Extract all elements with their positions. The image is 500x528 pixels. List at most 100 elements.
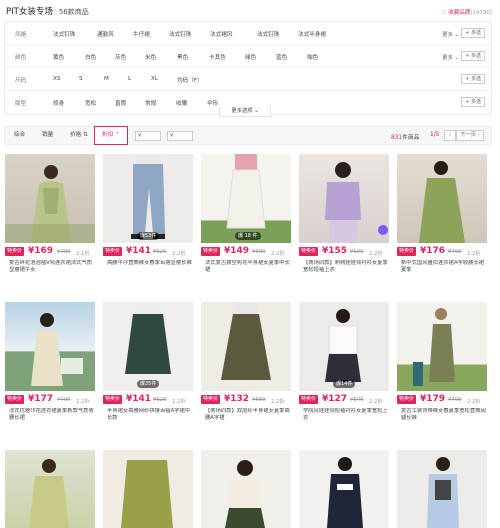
- product-card[interactable]: [103, 450, 193, 528]
- product-title[interactable]: 半身裙女高腰网纱拼接百褶A字裙中长款: [107, 408, 193, 430]
- product-card[interactable]: 爆35件 特卖价 ¥141 ¥629 2.2折 半身裙女高腰网纱拼接百褶A字裙中…: [103, 302, 193, 432]
- product-card[interactable]: [397, 450, 487, 528]
- next-page-button[interactable]: 下一页 ›: [456, 130, 484, 141]
- filter-option[interactable]: S: [79, 76, 83, 82]
- discount-label: 2.2折: [271, 399, 285, 405]
- store-header: PIT女装专场 56款商品 ♡ 收藏品牌(14790): [0, 0, 500, 22]
- product-image[interactable]: [5, 450, 95, 528]
- filter-option[interactable]: 通勤风: [97, 30, 114, 38]
- product-card[interactable]: 爆53件 特卖价 ¥141 ¥629 2.2折 高腰牛仔直筒裤女春季百搭显瘦长裤: [103, 154, 193, 284]
- product-image[interactable]: [397, 302, 487, 391]
- filter-option[interactable]: 法式半身裙: [298, 30, 326, 38]
- filter-option[interactable]: 黑色: [177, 53, 188, 61]
- filter-option[interactable]: 均码（F）: [177, 76, 203, 84]
- product-card[interactable]: 特卖价 ¥169 ¥799 2.1折 复古碎花泡泡袖V领连衣裙法式气质显瘦裙子女: [5, 154, 95, 284]
- product-image[interactable]: [299, 154, 389, 243]
- product-title[interactable]: 法式复古镂空钩花半身裙女夏季中长裙: [205, 260, 291, 282]
- discount-label: 2.2折: [172, 251, 186, 257]
- favorite-brand-button[interactable]: ♡ 收藏品牌(14790): [442, 8, 492, 16]
- item-count: 56款商品: [58, 8, 89, 16]
- more-button[interactable]: 更多 ⌄: [442, 53, 459, 61]
- multi-select-button[interactable]: + 多选: [461, 28, 485, 38]
- product-card[interactable]: [5, 450, 95, 528]
- product-title[interactable]: 学院风娃娃领短袖衬衫女夏季宽松上衣: [303, 408, 389, 430]
- multi-select-button[interactable]: + 多选: [461, 51, 485, 61]
- result-suffix: 件商品: [402, 135, 420, 141]
- filter-option[interactable]: XS: [53, 76, 60, 82]
- product-title[interactable]: 复古工装背带裤女春夏季宽松直筒阔腿长裤: [401, 408, 487, 430]
- filter-option[interactable]: 蓝色: [276, 53, 287, 61]
- product-image[interactable]: [397, 450, 487, 528]
- product-image[interactable]: [5, 302, 95, 391]
- filter-option[interactable]: XL: [151, 76, 158, 82]
- sort-sales[interactable]: 销量: [35, 127, 60, 144]
- product-image[interactable]: 爆35件: [103, 302, 193, 391]
- more-options-toggle[interactable]: 更多选项 ⌄: [219, 106, 271, 117]
- stock-overlay: 爆 18 件: [235, 232, 261, 240]
- product-image[interactable]: [299, 450, 389, 528]
- result-number: 831: [391, 135, 403, 141]
- product-title[interactable]: 【商场同款】刺绣娃娃领衬衫女夏季宽松短袖上衣: [303, 260, 389, 282]
- filter-option[interactable]: M: [104, 76, 109, 82]
- sort-discount[interactable]: 折扣 ⌃: [94, 126, 128, 145]
- product-image[interactable]: [201, 450, 291, 528]
- filter-option[interactable]: 伞形: [207, 99, 218, 107]
- product-image[interactable]: [5, 154, 95, 243]
- filter-option[interactable]: 直筒: [115, 99, 126, 107]
- product-card[interactable]: 特卖价 ¥179 ¥799 2.2折 复古工装背带裤女春夏季宽松直筒阔腿长裤: [397, 302, 487, 432]
- price-max-input[interactable]: ¥: [167, 131, 193, 141]
- prev-page-button[interactable]: ‹: [444, 130, 456, 141]
- product-title[interactable]: 新中式国风盘扣连衣裙A字收腰长裙夏季: [401, 260, 487, 282]
- sale-tag: 特卖价: [5, 247, 25, 256]
- product-card[interactable]: 爆14件 特卖价 ¥127 ¥579 2.2折 学院风娃娃领短袖衬衫女夏季宽松上…: [299, 302, 389, 432]
- filter-option[interactable]: 宽松: [85, 99, 96, 107]
- multi-select-button[interactable]: + 多选: [461, 97, 485, 107]
- result-count: 831件商品: [391, 132, 419, 141]
- model-photo: [419, 161, 465, 243]
- filter-option[interactable]: 法式裙风: [210, 30, 232, 38]
- model-photo: [325, 309, 361, 382]
- product-card[interactable]: 特卖价 ¥155 ¥699 2.2折 【商场同款】刺绣娃娃领衬衫女夏季宽松短袖上…: [299, 154, 389, 284]
- filter-row-color: 颜色 黄色 白色 灰色 米色 黑色 卡其色 绿色 蓝色 咖色 更多 ⌄ + 多选: [5, 45, 491, 68]
- sort-price[interactable]: 价格 ⇅: [63, 127, 95, 144]
- product-image[interactable]: [201, 302, 291, 391]
- filter-option[interactable]: 绿色: [245, 53, 256, 61]
- product-image[interactable]: [397, 154, 487, 243]
- filter-option[interactable]: 修身: [53, 99, 64, 107]
- filter-row-style: 风格 法式钉珠 通勤风 牛仔裙 法式钉珠 法式裙风 法式钉珠 法式半身裙 更多 …: [5, 22, 491, 45]
- sort-comprehensive[interactable]: 综合: [7, 127, 32, 144]
- filter-option[interactable]: 法式钉珠: [169, 30, 191, 38]
- chat-bubble-icon[interactable]: [378, 225, 388, 235]
- filter-option[interactable]: 白色: [85, 53, 96, 61]
- product-card[interactable]: [201, 450, 291, 528]
- product-title[interactable]: 高腰牛仔直筒裤女春季百搭显瘦长裤: [107, 260, 193, 282]
- filter-option[interactable]: 咖色: [307, 53, 318, 61]
- filter-option[interactable]: 卡其色: [209, 53, 226, 61]
- product-image[interactable]: 爆 18 件: [201, 154, 291, 243]
- product-title[interactable]: 法式优雅印花连衣裙夏季新款气质收腰长裙: [9, 408, 95, 430]
- more-button[interactable]: 更多 ⌄: [442, 30, 459, 38]
- product-card[interactable]: 爆 18 件 特卖价 ¥149 ¥699 2.2折 法式复古镂空钩花半身裙女夏季…: [201, 154, 291, 284]
- favorite-label: ♡ 收藏品牌: [441, 10, 471, 16]
- product-image[interactable]: 爆14件: [299, 302, 389, 391]
- filter-option[interactable]: 牛仔裙: [133, 30, 150, 38]
- product-card[interactable]: 特卖价 ¥177 ¥799 2.2折 法式优雅印花连衣裙夏季新款气质收腰长裙: [5, 302, 95, 432]
- product-image[interactable]: [103, 450, 193, 528]
- product-title[interactable]: 【商场同款】双层纱半身裙女夏季高腰A字裙: [205, 408, 291, 430]
- filter-option[interactable]: 收腰: [176, 99, 187, 107]
- multi-select-button[interactable]: + 多选: [461, 74, 485, 84]
- product-image[interactable]: 爆53件: [103, 154, 193, 243]
- filter-label: 版型: [15, 101, 27, 107]
- filter-option[interactable]: 法式钉珠: [257, 30, 279, 38]
- filter-option[interactable]: 黄色: [53, 53, 64, 61]
- filter-option[interactable]: 常规: [145, 99, 156, 107]
- filter-option[interactable]: 灰色: [115, 53, 126, 61]
- filter-option[interactable]: 米色: [145, 53, 156, 61]
- product-title[interactable]: 复古碎花泡泡袖V领连衣裙法式气质显瘦裙子女: [9, 260, 95, 282]
- filter-option[interactable]: 法式钉珠: [53, 30, 75, 38]
- product-card[interactable]: 特卖价 ¥176 ¥799 2.2折 新中式国风盘扣连衣裙A字收腰长裙夏季: [397, 154, 487, 284]
- product-card[interactable]: 特卖价 ¥132 ¥599 2.2折 【商场同款】双层纱半身裙女夏季高腰A字裙: [201, 302, 291, 432]
- price-min-input[interactable]: ¥: [135, 131, 161, 141]
- product-card[interactable]: [299, 450, 389, 528]
- filter-option[interactable]: L: [128, 76, 131, 82]
